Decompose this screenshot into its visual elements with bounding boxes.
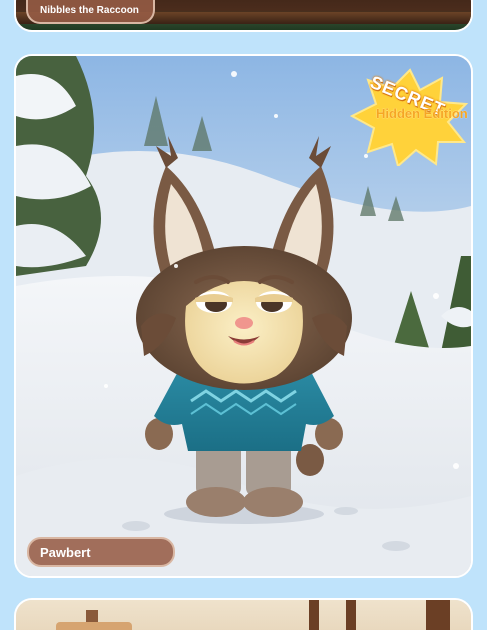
figure-gallery: Nibbles the Raccoon SECRET Hidden Editio… [0, 0, 487, 630]
figure-card-next[interactable] [14, 598, 473, 630]
next-card-preview [56, 600, 450, 630]
edition-text: Hidden Edition [376, 106, 468, 121]
figure-card-pawbert[interactable]: SECRET Hidden Edition Pawbert [14, 54, 473, 578]
figure-card-nibbles[interactable]: Nibbles the Raccoon [14, 0, 473, 32]
figure-name-label: Pawbert [27, 537, 175, 567]
figure-name-label: Nibbles the Raccoon [26, 0, 155, 24]
figure-photo [16, 600, 471, 630]
secret-edition-badge: SECRET Hidden Edition [348, 66, 471, 168]
